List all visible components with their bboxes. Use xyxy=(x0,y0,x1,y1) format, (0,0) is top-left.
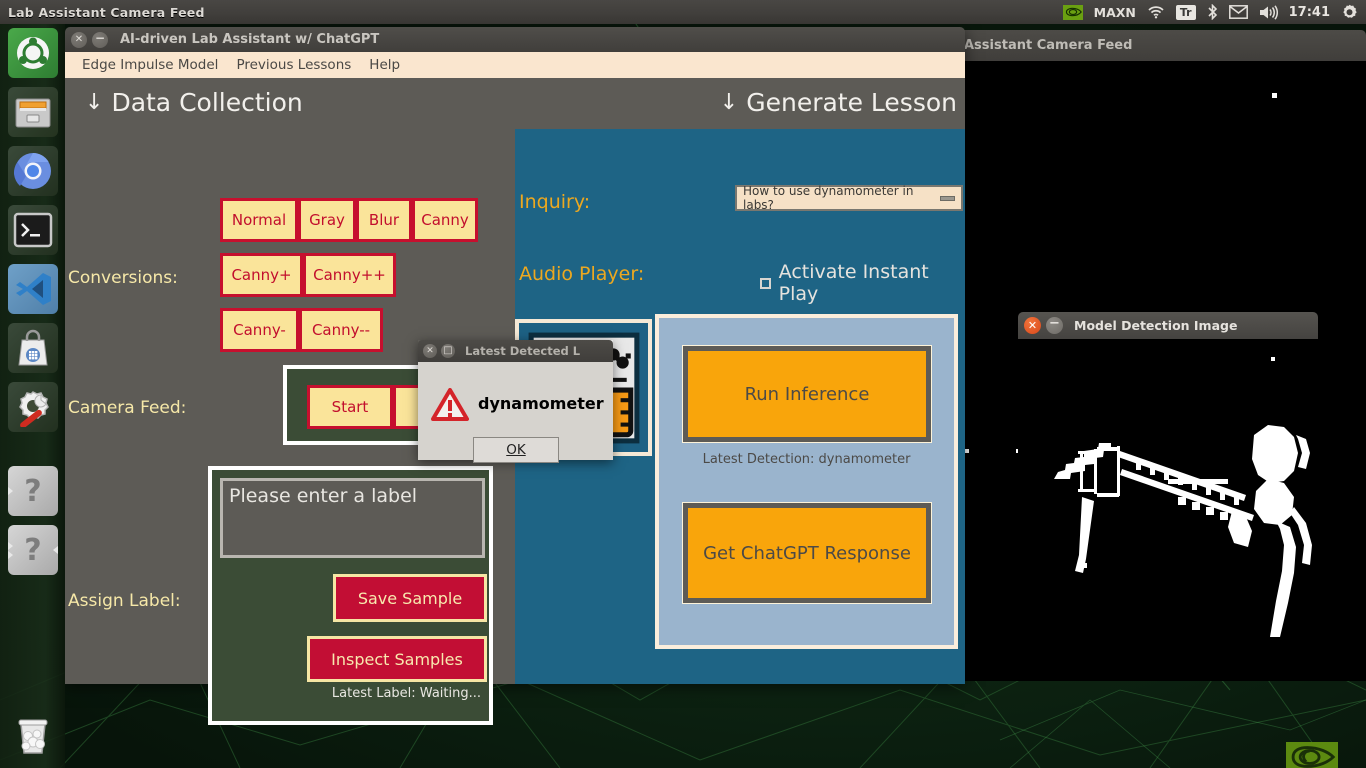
volume-icon[interactable] xyxy=(1259,5,1278,20)
dialog-content: dynamometer OK xyxy=(418,362,613,460)
instant-play-checkbox[interactable] xyxy=(760,278,771,289)
dialog-ok-button[interactable]: OK xyxy=(473,437,559,463)
menu-previous-lessons[interactable]: Previous Lessons xyxy=(227,55,360,75)
menu-help[interactable]: Help xyxy=(360,55,409,75)
latest-detected-dialog[interactable]: ✕ □ Latest Detected L dynamometer OK xyxy=(418,340,613,460)
mail-icon[interactable] xyxy=(1229,5,1248,19)
conversion-button-canny-plus-plus[interactable]: Canny++ xyxy=(303,253,396,297)
inquiry-dropdown[interactable]: How to use dynamometer in labs? xyxy=(735,185,963,211)
conversion-button-canny-minus-minus[interactable]: Canny-- xyxy=(299,308,383,352)
clock[interactable]: 17:41 xyxy=(1289,5,1330,20)
vscode-icon[interactable] xyxy=(8,264,58,314)
inquiry-dropdown-value: How to use dynamometer in labs? xyxy=(743,184,940,212)
maximize-icon[interactable]: □ xyxy=(441,344,455,358)
app-menubar[interactable]: Edge Impulse Model Previous Lessons Help xyxy=(65,52,965,78)
trash-icon[interactable] xyxy=(8,710,58,760)
conversion-button-canny-plus[interactable]: Canny+ xyxy=(220,253,303,297)
camera-feed-label: Camera Feed: xyxy=(68,398,186,418)
close-icon[interactable]: ✕ xyxy=(1024,317,1041,334)
files-icon[interactable] xyxy=(8,87,58,137)
feed-marker-dot xyxy=(1272,93,1277,98)
generate-lesson-heading: ↓ Generate Lesson xyxy=(515,78,965,117)
dialog-titlebar[interactable]: ✕ □ Latest Detected L xyxy=(418,340,613,362)
data-collection-title: Data Collection xyxy=(111,88,302,117)
save-sample-button[interactable]: Save Sample xyxy=(333,574,487,622)
app-titlebar[interactable]: ✕ − AI-driven Lab Assistant w/ ChatGPT xyxy=(65,27,965,52)
nvidia-icon[interactable] xyxy=(1063,5,1083,20)
conversion-button-canny[interactable]: Canny xyxy=(412,198,478,242)
wifi-icon[interactable] xyxy=(1147,5,1165,19)
down-arrow-icon: ↓ xyxy=(85,90,103,115)
warning-icon xyxy=(431,388,469,422)
latest-label-status: Latest Label: Waiting... xyxy=(332,686,481,701)
get-chatgpt-response-button[interactable]: Get ChatGPT Response xyxy=(683,503,931,603)
camera-feed-title: Assistant Camera Feed xyxy=(964,38,1132,53)
inquiry-label: Inquiry: xyxy=(519,191,590,213)
instant-play-checkbox-row[interactable]: Activate Instant Play xyxy=(760,261,965,305)
unknown-app-2-icon[interactable]: ? xyxy=(8,525,58,575)
model-detection-title: Model Detection Image xyxy=(1074,318,1237,333)
conversion-button-canny-minus[interactable]: Canny- xyxy=(220,308,299,352)
latest-detection-status: Latest Detection: dynamometer xyxy=(659,452,954,467)
inspect-samples-button[interactable]: Inspect Samples xyxy=(307,636,487,682)
conversion-button-blur[interactable]: Blur xyxy=(356,198,412,242)
focused-indicator-icon xyxy=(53,546,58,554)
assign-label-label: Assign Label: xyxy=(68,591,181,611)
software-center-icon[interactable] xyxy=(8,323,58,373)
camera-start-button[interactable]: Start xyxy=(307,385,393,429)
running-indicator-icon xyxy=(8,487,13,495)
feed-marker-dot xyxy=(965,449,969,453)
conversions-label: Conversions: xyxy=(68,268,178,288)
conversion-button-normal[interactable]: Normal xyxy=(220,198,298,242)
canny-edge-dynamometer-icon xyxy=(1018,339,1318,642)
down-arrow-icon: ↓ xyxy=(720,90,738,115)
detection-marker-dot xyxy=(1271,357,1275,361)
unity-launcher[interactable]: ? ? xyxy=(0,24,65,768)
bluetooth-icon[interactable] xyxy=(1207,4,1218,20)
input-method-indicator[interactable]: Tr xyxy=(1176,5,1196,20)
instant-play-label: Activate Instant Play xyxy=(779,261,965,305)
dialog-title: Latest Detected L xyxy=(465,344,580,358)
dialog-ok-label: OK xyxy=(506,442,525,458)
model-detection-window[interactable]: ✕ − Model Detection Image xyxy=(1018,312,1318,642)
inference-panel: Run Inference Latest Detection: dynamome… xyxy=(655,314,958,649)
menu-edge-impulse-model[interactable]: Edge Impulse Model xyxy=(73,55,227,75)
unknown-app-1-icon[interactable]: ? xyxy=(8,466,58,516)
camera-feed-titlebar[interactable]: Assistant Camera Feed xyxy=(960,30,1366,61)
ubuntu-dash-icon[interactable] xyxy=(8,28,58,78)
close-icon[interactable]: ✕ xyxy=(423,344,437,358)
running-indicator-icon xyxy=(8,551,13,559)
app-title: AI-driven Lab Assistant w/ ChatGPT xyxy=(120,32,379,47)
model-detection-titlebar[interactable]: ✕ − Model Detection Image xyxy=(1018,312,1318,339)
system-tray[interactable]: MAXN Tr xyxy=(1063,4,1366,21)
running-indicator-icon xyxy=(8,542,13,550)
data-collection-heading: ↓ Data Collection xyxy=(65,78,515,117)
minimize-icon[interactable]: − xyxy=(92,32,108,48)
top-panel[interactable]: Lab Assistant Camera Feed MAXN Tr xyxy=(0,0,1366,24)
label-input[interactable]: Please enter a label xyxy=(220,478,485,558)
system-settings-icon[interactable] xyxy=(8,382,58,432)
desktop-screen: Assistant Camera Feed ✕ − Model Detectio… xyxy=(0,0,1366,768)
generate-lesson-title: Generate Lesson xyxy=(746,88,957,117)
conversion-button-gray[interactable]: Gray xyxy=(298,198,356,242)
minimize-icon[interactable]: − xyxy=(1046,317,1063,334)
chevron-down-icon[interactable] xyxy=(940,196,955,201)
model-detection-image xyxy=(1018,339,1318,642)
gear-icon[interactable] xyxy=(1341,4,1358,21)
assign-label-group: Please enter a label Save Sample Inspect… xyxy=(208,466,493,725)
panel-app-title: Lab Assistant Camera Feed xyxy=(8,5,205,20)
run-inference-button[interactable]: Run Inference xyxy=(683,346,931,442)
dialog-message: dynamometer xyxy=(478,394,604,413)
close-icon[interactable]: ✕ xyxy=(71,32,87,48)
terminal-icon[interactable] xyxy=(8,205,58,255)
chromium-icon[interactable] xyxy=(8,146,58,196)
audio-player-label: Audio Player: xyxy=(519,263,644,285)
nvidia-power-mode-label[interactable]: MAXN xyxy=(1094,5,1136,20)
